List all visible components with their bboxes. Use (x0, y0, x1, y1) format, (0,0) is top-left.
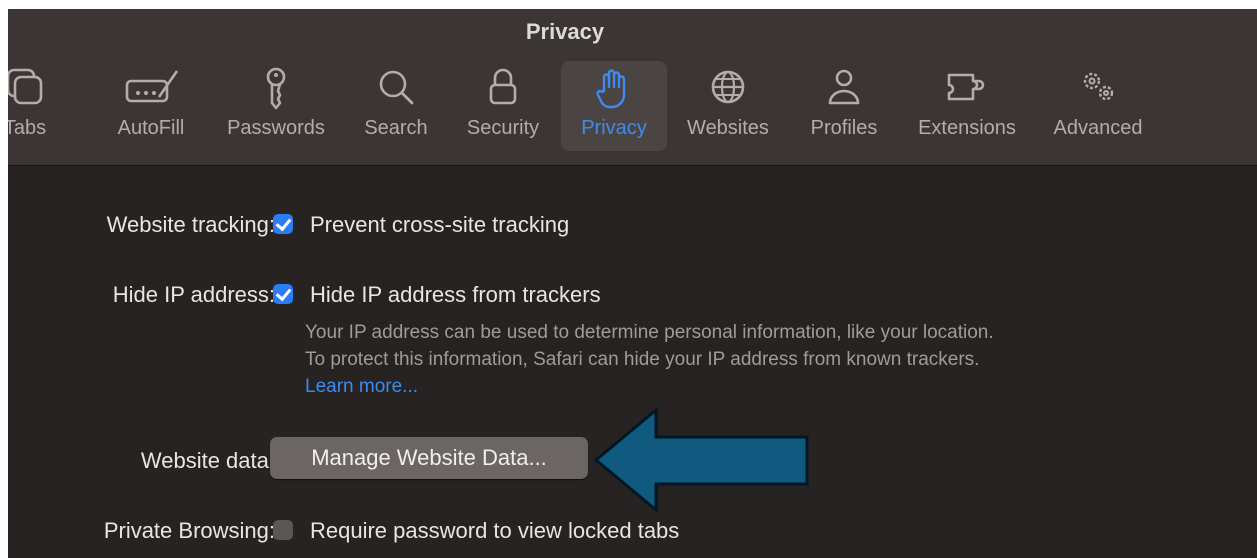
annotation-arrow (593, 406, 809, 514)
